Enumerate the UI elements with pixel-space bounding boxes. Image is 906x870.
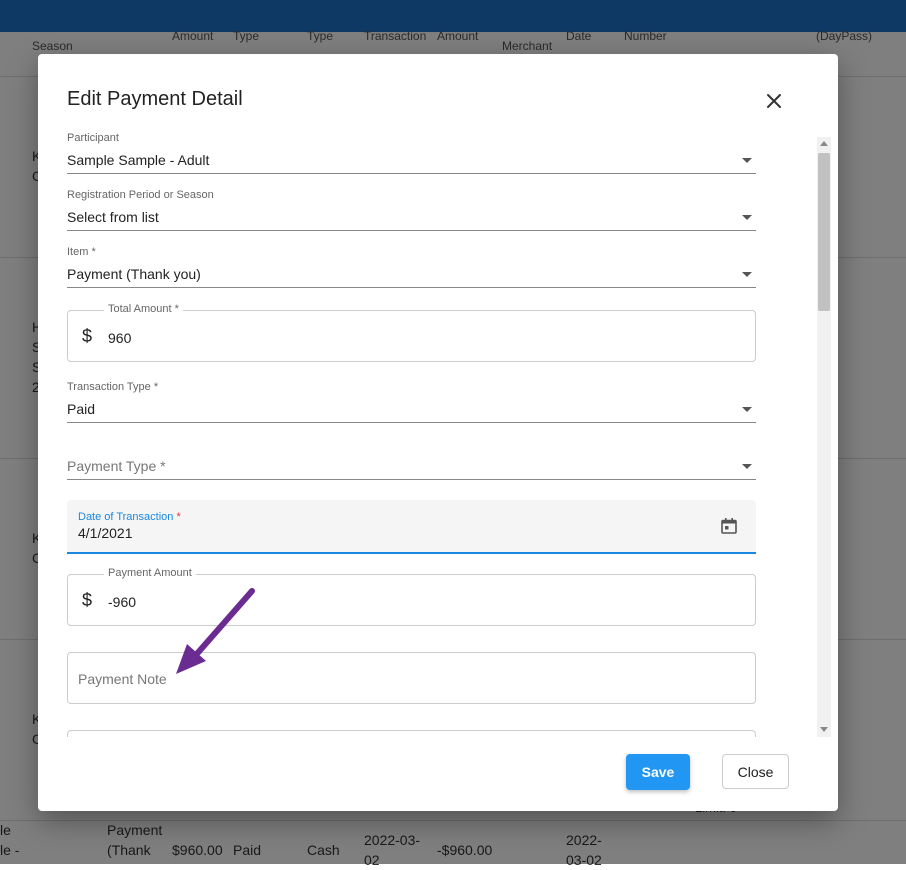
payment-form: Participant Sample Sample - Adult Regist… bbox=[38, 132, 828, 737]
select-underline bbox=[67, 287, 756, 288]
required-mark: * bbox=[176, 511, 181, 523]
transaction-type-value: Paid bbox=[67, 401, 96, 417]
season-label: Registration Period or Season bbox=[67, 189, 214, 201]
dollar-icon: $ bbox=[82, 590, 93, 610]
total-amount-label: Total Amount * bbox=[104, 303, 183, 315]
transaction-type-select[interactable]: Transaction Type * Paid bbox=[67, 381, 756, 425]
scroll-down-arrow-icon[interactable] bbox=[820, 727, 828, 732]
item-value: Payment (Thank you) bbox=[67, 266, 201, 282]
date-of-transaction-field[interactable]: Date of Transaction * 4/1/2021 bbox=[67, 500, 756, 554]
payment-note-placeholder: Payment Note bbox=[78, 671, 167, 687]
item-label: Item * bbox=[67, 246, 96, 258]
dropdown-arrow-icon bbox=[742, 158, 752, 163]
next-field-partial[interactable] bbox=[67, 730, 756, 737]
total-amount-field[interactable]: Total Amount * $ 960 bbox=[67, 303, 756, 362]
calendar-icon[interactable] bbox=[720, 517, 738, 535]
participant-select[interactable]: Participant Sample Sample - Adult bbox=[67, 132, 756, 176]
transaction-type-label: Transaction Type * bbox=[67, 381, 159, 393]
dialog-title: Edit Payment Detail bbox=[67, 88, 243, 110]
dropdown-arrow-icon bbox=[742, 215, 752, 220]
close-button[interactable]: Close bbox=[722, 754, 789, 789]
payment-type-placeholder: Payment Type * bbox=[67, 458, 166, 474]
select-underline bbox=[67, 422, 756, 423]
scroll-thumb[interactable] bbox=[818, 153, 830, 311]
season-select[interactable]: Registration Period or Season Select fro… bbox=[67, 189, 756, 233]
payment-note-field[interactable]: Payment Note bbox=[67, 652, 756, 704]
form-scrollbar[interactable] bbox=[817, 137, 831, 737]
dollar-icon: $ bbox=[82, 326, 93, 346]
total-amount-value: 960 bbox=[108, 330, 132, 346]
payment-amount-value: -960 bbox=[108, 594, 137, 610]
select-underline bbox=[67, 173, 756, 174]
close-icon[interactable] bbox=[763, 90, 785, 112]
payment-amount-field[interactable]: Payment Amount $ -960 bbox=[67, 567, 756, 626]
date-label: Date of Transaction * bbox=[78, 511, 181, 523]
dropdown-arrow-icon bbox=[742, 272, 752, 277]
payment-type-select[interactable]: Payment Type * bbox=[67, 438, 756, 482]
date-value: 4/1/2021 bbox=[78, 525, 133, 541]
participant-value: Sample Sample - Adult bbox=[67, 152, 210, 168]
save-button[interactable]: Save bbox=[626, 754, 690, 790]
dropdown-arrow-icon bbox=[742, 407, 752, 412]
participant-label: Participant bbox=[67, 132, 119, 144]
scroll-up-arrow-icon[interactable] bbox=[820, 141, 828, 146]
item-select[interactable]: Item * Payment (Thank you) bbox=[67, 246, 756, 290]
select-underline bbox=[67, 479, 756, 480]
date-label-text: Date of Transaction bbox=[78, 511, 174, 523]
edit-payment-dialog: Edit Payment Detail Participant Sample S… bbox=[38, 54, 838, 811]
dropdown-arrow-icon bbox=[742, 464, 752, 469]
payment-amount-label: Payment Amount bbox=[104, 567, 196, 579]
season-value: Select from list bbox=[67, 209, 159, 225]
select-underline bbox=[67, 230, 756, 231]
